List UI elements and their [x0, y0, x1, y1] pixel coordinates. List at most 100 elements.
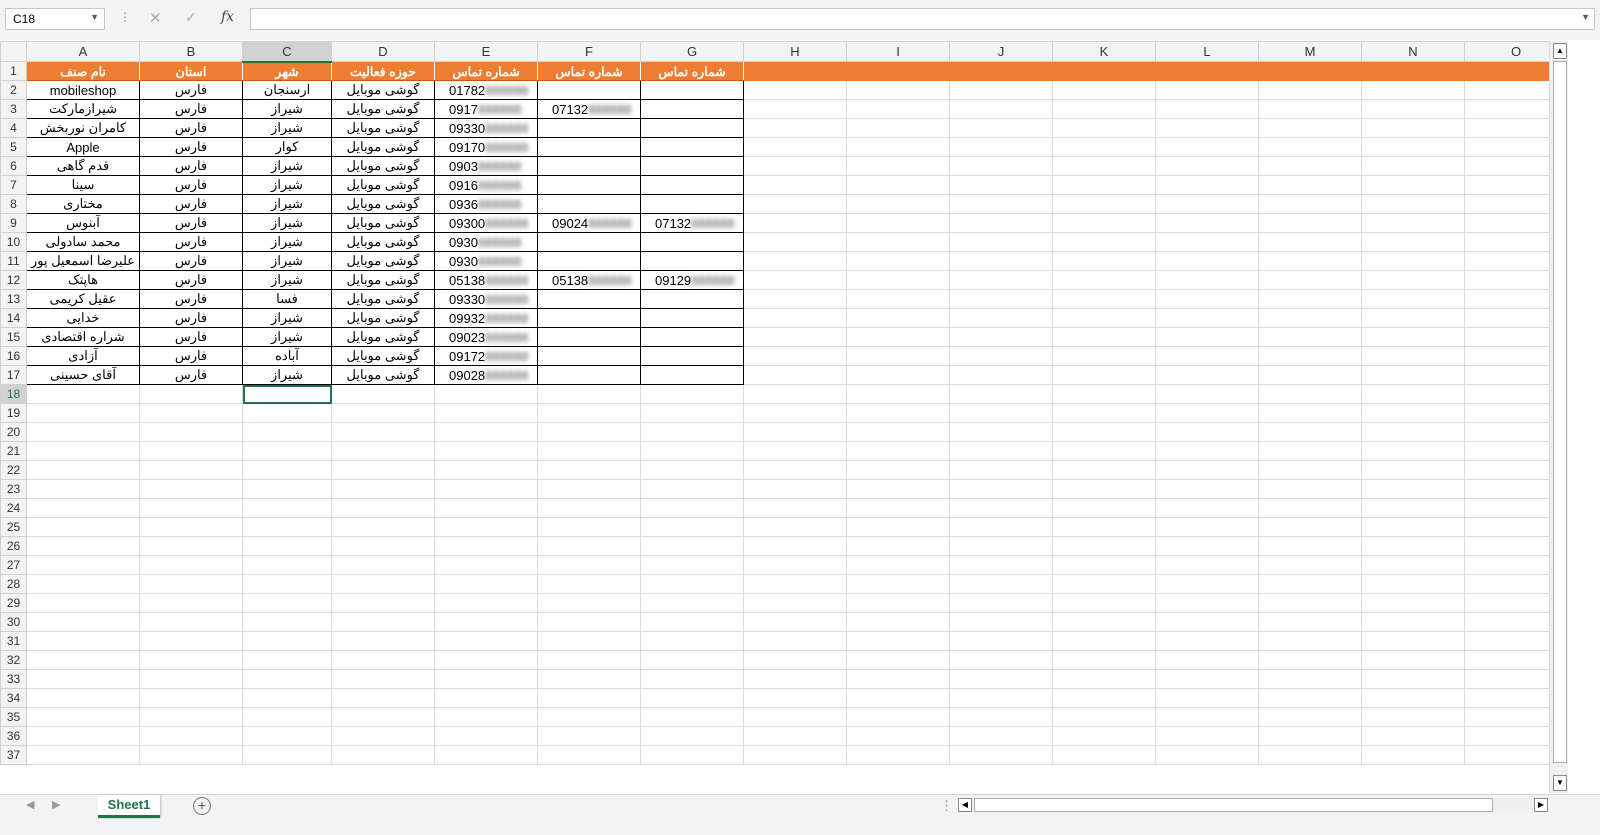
row-header[interactable]: 22 [0, 460, 27, 480]
cell-l32[interactable] [1155, 650, 1259, 670]
cell-l5[interactable] [1155, 137, 1259, 157]
cell-c9[interactable]: شیراز [242, 213, 332, 233]
cell-h7[interactable] [743, 175, 847, 195]
cell-e26[interactable] [434, 536, 538, 556]
cell-k26[interactable] [1052, 536, 1156, 556]
cell-k14[interactable] [1052, 308, 1156, 328]
cell-i1[interactable] [846, 61, 950, 81]
cell-b9[interactable]: فارس [139, 213, 243, 233]
cell-m5[interactable] [1258, 137, 1362, 157]
cell-e25[interactable] [434, 517, 538, 537]
cell-d10[interactable]: گوشی موبایل [331, 232, 435, 252]
cell-h25[interactable] [743, 517, 847, 537]
cell-b16[interactable]: فارس [139, 346, 243, 366]
cell-g36[interactable] [640, 726, 744, 746]
cell-e10[interactable]: 0930888888 [434, 232, 538, 252]
cell-n5[interactable] [1361, 137, 1465, 157]
cell-c4[interactable]: شیراز [242, 118, 332, 138]
cell-a3[interactable]: شیرازمارکت [26, 99, 140, 119]
cell-e1[interactable]: شماره تماس [434, 61, 538, 81]
cell-c17[interactable]: شیراز [242, 365, 332, 385]
cell-e24[interactable] [434, 498, 538, 518]
cell-i21[interactable] [846, 441, 950, 461]
column-header-a[interactable]: A [26, 41, 140, 62]
cell-n24[interactable] [1361, 498, 1465, 518]
cell-a12[interactable]: هاپتک [26, 270, 140, 290]
cell-f26[interactable] [537, 536, 641, 556]
enter-icon[interactable]: ✓ [185, 9, 197, 26]
cell-e9[interactable]: 09300888888 [434, 213, 538, 233]
cell-i15[interactable] [846, 327, 950, 347]
cell-k33[interactable] [1052, 669, 1156, 689]
cell-h20[interactable] [743, 422, 847, 442]
cell-m4[interactable] [1258, 118, 1362, 138]
cell-a33[interactable] [26, 669, 140, 689]
cell-l28[interactable] [1155, 574, 1259, 594]
cell-b3[interactable]: فارس [139, 99, 243, 119]
row-header[interactable]: 4 [0, 118, 27, 138]
cell-f24[interactable] [537, 498, 641, 518]
cell-a29[interactable] [26, 593, 140, 613]
cell-d22[interactable] [331, 460, 435, 480]
cell-n37[interactable] [1361, 745, 1465, 765]
cell-l14[interactable] [1155, 308, 1259, 328]
cell-h9[interactable] [743, 213, 847, 233]
cell-m2[interactable] [1258, 80, 1362, 100]
column-header-f[interactable]: F [537, 41, 641, 62]
row-header[interactable]: 15 [0, 327, 27, 347]
cell-j2[interactable] [949, 80, 1053, 100]
cell-e20[interactable] [434, 422, 538, 442]
cell-h24[interactable] [743, 498, 847, 518]
cell-k31[interactable] [1052, 631, 1156, 651]
cell-n27[interactable] [1361, 555, 1465, 575]
cell-f14[interactable] [537, 308, 641, 328]
cell-n22[interactable] [1361, 460, 1465, 480]
cell-k32[interactable] [1052, 650, 1156, 670]
cell-n25[interactable] [1361, 517, 1465, 537]
column-header-h[interactable]: H [743, 41, 847, 62]
cell-b30[interactable] [139, 612, 243, 632]
cell-c35[interactable] [242, 707, 332, 727]
cell-a34[interactable] [26, 688, 140, 708]
cell-k11[interactable] [1052, 251, 1156, 271]
cell-k29[interactable] [1052, 593, 1156, 613]
cell-c18[interactable] [242, 384, 332, 404]
row-header[interactable]: 20 [0, 422, 27, 442]
cell-f16[interactable] [537, 346, 641, 366]
cell-n2[interactable] [1361, 80, 1465, 100]
cell-a6[interactable]: قدم گاهی [26, 156, 140, 176]
select-all-corner[interactable] [0, 41, 27, 62]
tab-split-grip-icon[interactable]: ⋮ [940, 798, 953, 814]
cell-b36[interactable] [139, 726, 243, 746]
cell-d14[interactable]: گوشی موبایل [331, 308, 435, 328]
cell-i31[interactable] [846, 631, 950, 651]
scroll-down-icon[interactable]: ▼ [1553, 775, 1567, 791]
cell-b31[interactable] [139, 631, 243, 651]
cell-a11[interactable]: علیرضا اسمعیل پور [26, 251, 140, 271]
cell-h16[interactable] [743, 346, 847, 366]
cell-l1[interactable] [1155, 61, 1259, 81]
row-header[interactable]: 37 [0, 745, 27, 765]
cell-m14[interactable] [1258, 308, 1362, 328]
cell-j27[interactable] [949, 555, 1053, 575]
cell-b21[interactable] [139, 441, 243, 461]
cell-g7[interactable] [640, 175, 744, 195]
cell-i12[interactable] [846, 270, 950, 290]
cell-j22[interactable] [949, 460, 1053, 480]
cell-j21[interactable] [949, 441, 1053, 461]
cell-a26[interactable] [26, 536, 140, 556]
cell-n7[interactable] [1361, 175, 1465, 195]
formula-bar-grip-icon[interactable]: ⋮ [119, 10, 131, 24]
cell-g13[interactable] [640, 289, 744, 309]
cell-f11[interactable] [537, 251, 641, 271]
cell-a18[interactable] [26, 384, 140, 404]
cell-g32[interactable] [640, 650, 744, 670]
row-header[interactable]: 24 [0, 498, 27, 518]
cell-d23[interactable] [331, 479, 435, 499]
vertical-scroll-thumb[interactable] [1553, 61, 1567, 763]
cell-n20[interactable] [1361, 422, 1465, 442]
column-header-g[interactable]: G [640, 41, 744, 62]
cell-b13[interactable]: فارس [139, 289, 243, 309]
cell-f36[interactable] [537, 726, 641, 746]
cell-f12[interactable]: 05138888888 [537, 270, 641, 290]
